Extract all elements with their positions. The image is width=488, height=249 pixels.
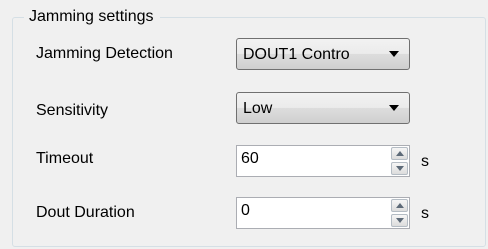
chevron-down-icon — [389, 51, 399, 57]
dout-duration-label: Dout Duration — [36, 204, 135, 221]
timeout-label: Timeout — [36, 150, 94, 167]
sensitivity-select[interactable]: Low — [236, 92, 410, 124]
sensitivity-value: Low — [243, 100, 273, 117]
jamming-detection-label: Jamming Detection — [36, 45, 173, 62]
spin-down-icon — [396, 218, 404, 223]
dout-duration-spinner[interactable]: 0 — [236, 197, 410, 229]
timeout-spin-buttons — [391, 147, 408, 175]
spin-up-button[interactable] — [391, 147, 408, 160]
timeout-spinner[interactable]: 60 — [236, 145, 410, 177]
dout-duration-spin-buttons — [391, 199, 408, 227]
spin-down-icon — [396, 166, 404, 171]
spin-down-button[interactable] — [391, 162, 408, 175]
jamming-detection-select[interactable]: DOUT1 Contro — [236, 38, 410, 70]
sensitivity-label: Sensitivity — [36, 102, 109, 119]
dout-duration-value[interactable]: 0 — [241, 201, 250, 221]
timeout-unit: s — [421, 153, 429, 170]
spin-up-icon — [396, 151, 404, 156]
spin-down-button[interactable] — [391, 214, 408, 227]
chevron-down-icon — [389, 105, 399, 111]
group-title: Jamming settings — [24, 7, 160, 27]
spin-up-icon — [396, 203, 404, 208]
jamming-detection-value: DOUT1 Contro — [243, 46, 350, 63]
spin-up-button[interactable] — [391, 199, 408, 212]
timeout-value[interactable]: 60 — [241, 149, 259, 169]
dout-duration-unit: s — [421, 205, 429, 222]
